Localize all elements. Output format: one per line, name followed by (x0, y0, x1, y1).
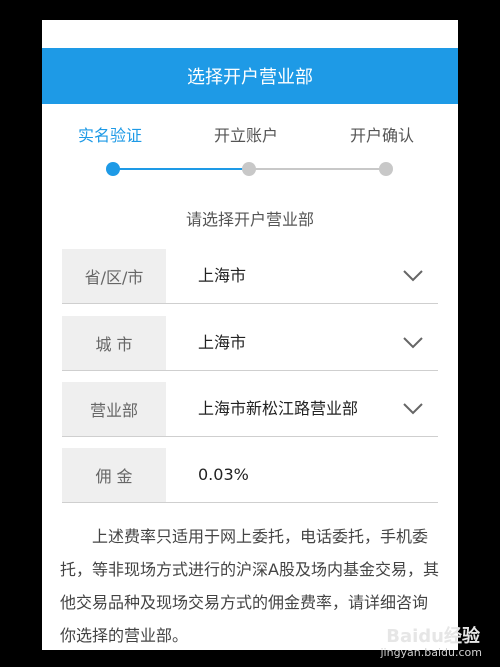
step-dot-confirm (379, 162, 393, 176)
city-value: 上海市 (198, 333, 247, 352)
chevron-down-icon[interactable] (402, 401, 424, 417)
city-select[interactable]: 城 市 上海市 (62, 316, 438, 371)
page-title: 选择开户营业部 (187, 67, 313, 88)
step-connector-inactive (249, 168, 386, 170)
chevron-down-icon[interactable] (402, 335, 424, 351)
branch-value: 上海市新松江路营业部 (198, 399, 359, 418)
commission-label: 佣 金 (62, 448, 166, 502)
step-connector-active (113, 168, 249, 170)
step-dot-verify (106, 162, 120, 176)
city-label: 城 市 (62, 316, 166, 370)
screen: { "header": { "title": "选择开户营业部" }, "ste… (0, 0, 500, 667)
form-subtitle: 请选择开户营业部 (185, 210, 314, 229)
branch-label: 营业部 (62, 382, 166, 436)
step-label-verify: 实名验证 (78, 126, 143, 145)
province-value: 上海市 (198, 266, 247, 285)
progress-steps: 实名验证 开立账户 开户确认 (42, 116, 458, 186)
commission-value: 0.03% (198, 465, 249, 484)
step-dot-open-account (242, 162, 256, 176)
commission-row: 佣 金 0.03% (62, 448, 438, 503)
province-label: 省/区/市 (62, 249, 166, 303)
branch-select[interactable]: 营业部 上海市新松江路营业部 (62, 382, 438, 437)
page-header: 选择开户营业部 (42, 48, 458, 104)
fee-note-text: 上述费率只适用于网上委托，电话委托，手机委托，等非现场方式进行的沪深A股及场内基… (60, 527, 439, 645)
step-label-confirm: 开户确认 (350, 126, 415, 145)
watermark-logo: Baidu经验 (386, 626, 480, 647)
step-label-open-account: 开立账户 (214, 126, 279, 145)
chevron-down-icon[interactable] (402, 268, 424, 284)
app-screen: 选择开户营业部 实名验证 开立账户 开户确认 请选择开户营业部 省/区/市 上海… (42, 20, 458, 650)
fee-note: 上述费率只适用于网上委托，电话委托，手机委托，等非现场方式进行的沪深A股及场内基… (60, 520, 440, 650)
province-select[interactable]: 省/区/市 上海市 (62, 249, 438, 304)
watermark-url: jingyan.baidu.com (380, 646, 482, 659)
